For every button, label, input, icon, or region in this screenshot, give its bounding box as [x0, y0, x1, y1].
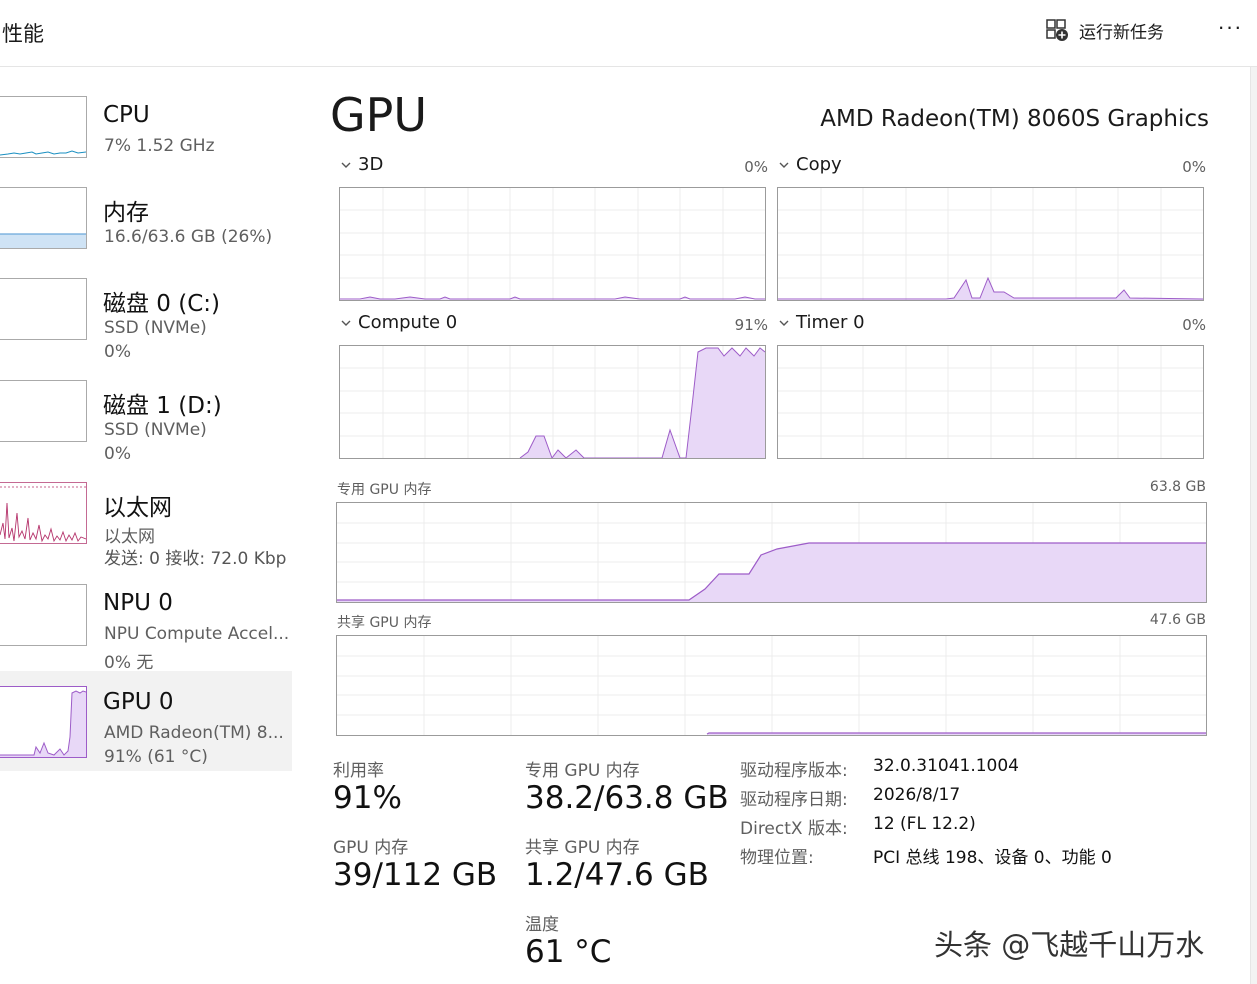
new-task-icon: [1046, 19, 1068, 41]
engine-percent: 0%: [1182, 158, 1206, 176]
engine-name: Timer 0: [796, 312, 865, 333]
graph-copy: [777, 187, 1204, 301]
sidebar-item-name: GPU 0: [103, 689, 174, 715]
engine-percent: 0%: [744, 158, 768, 176]
engine-name: Copy: [796, 154, 842, 175]
sidebar-item-detail: 16.6/63.6 GB (26%): [104, 227, 273, 247]
engine-selector-copy[interactable]: Copy: [778, 154, 842, 175]
physical-location-value: PCI 总线 198、设备 0、功能 0: [873, 848, 1112, 868]
gpu-thumbnail-graph: [0, 686, 87, 758]
gpu-heading: GPU: [330, 88, 428, 142]
driver-date-label: 驱动程序日期:: [740, 790, 848, 810]
sidebar-item-npu-0[interactable]: NPU 0 NPU Compute Accel... 0% 无: [0, 572, 292, 673]
sidebar-item-usage: 0%: [104, 444, 131, 464]
ethernet-thumbnail-graph: [0, 482, 87, 544]
run-new-task-button[interactable]: 运行新任务: [1045, 16, 1164, 44]
engine-percent: 91%: [734, 316, 768, 334]
sidebar-item-throughput: 发送: 0 接收: 72.0 Kbp: [104, 549, 287, 569]
sidebar: CPU 7% 1.52 GHz 内存 16.6/63.6 GB (26%) 磁盘…: [0, 70, 300, 790]
engine-selector-compute-0[interactable]: Compute 0: [340, 312, 457, 333]
graph-timer-0: [777, 345, 1204, 459]
temperature-value: 61 °C: [525, 934, 612, 970]
driver-date-value: 2026/8/17: [873, 785, 961, 805]
shared-memory-stat-value: 1.2/47.6 GB: [525, 857, 709, 893]
sidebar-item-usage: 91% (61 °C): [104, 747, 208, 767]
shared-memory-label: 共享 GPU 内存: [337, 615, 432, 631]
engine-name: Compute 0: [358, 312, 458, 333]
watermark-text: 头条 @飞越千山万水: [934, 928, 1205, 962]
cpu-thumbnail-graph: [0, 96, 87, 158]
sidebar-item-detail: NPU Compute Accel...: [104, 624, 290, 644]
driver-version-label: 驱动程序版本:: [740, 761, 848, 781]
sidebar-item-name: 磁盘 0 (C:): [103, 291, 221, 317]
page-title: 性能: [2, 22, 44, 46]
engine-selector-timer-0[interactable]: Timer 0: [778, 312, 865, 333]
sidebar-item-disk-1[interactable]: 磁盘 1 (D:) SSD (NVMe) 0%: [0, 368, 292, 468]
sidebar-item-usage: 0% 无: [104, 653, 154, 673]
gpu-memory-label: GPU 内存: [333, 838, 409, 858]
more-options-icon[interactable]: ···: [1210, 14, 1250, 44]
utilization-value: 91%: [333, 780, 402, 816]
sidebar-item-detail: SSD (NVMe): [104, 420, 207, 440]
sidebar-item-name: 内存: [103, 200, 149, 226]
chevron-down-icon: [341, 320, 351, 326]
graph-3d: [339, 187, 766, 301]
shared-memory-stat-label: 共享 GPU 内存: [525, 838, 640, 858]
utilization-label: 利用率: [333, 761, 384, 781]
gpu-model-name: AMD Radeon(TM) 8060S Graphics: [820, 106, 1209, 132]
engine-percent: 0%: [1182, 316, 1206, 334]
dedicated-memory-stat-label: 专用 GPU 内存: [525, 761, 640, 781]
sidebar-item-detail: 7% 1.52 GHz: [104, 136, 215, 156]
dedicated-memory-label: 专用 GPU 内存: [337, 482, 432, 498]
title-bar: 性能 运行新任务 ···: [0, 0, 1257, 67]
sidebar-item-detail: SSD (NVMe): [104, 318, 207, 338]
sidebar-item-ethernet[interactable]: 以太网 以太网 发送: 0 接收: 72.0 Kbp: [0, 470, 292, 570]
engine-selector-3d[interactable]: 3D: [340, 154, 383, 175]
graph-dedicated-memory: [336, 502, 1207, 603]
engine-name: 3D: [358, 154, 384, 175]
disk1-thumbnail-graph: [0, 380, 87, 442]
chevron-down-icon: [779, 320, 789, 326]
graph-compute-0: [339, 345, 766, 459]
sidebar-item-cpu[interactable]: CPU 7% 1.52 GHz: [0, 84, 292, 184]
scrollbar[interactable]: [1250, 67, 1257, 984]
driver-version-value: 32.0.31041.1004: [873, 756, 1020, 776]
sidebar-item-gpu-0[interactable]: GPU 0 AMD Radeon(TM) 8... 91% (61 °C): [0, 671, 292, 771]
sidebar-item-name: NPU 0: [103, 590, 173, 616]
chevron-down-icon: [341, 162, 351, 168]
sidebar-item-detail: AMD Radeon(TM) 8...: [104, 723, 284, 743]
directx-version-label: DirectX 版本:: [740, 819, 848, 839]
shared-memory-max: 47.6 GB: [1149, 612, 1206, 628]
gpu-memory-value: 39/112 GB: [333, 857, 498, 893]
temperature-label: 温度: [525, 915, 559, 935]
chevron-down-icon: [779, 162, 789, 168]
sidebar-item-name: CPU: [103, 102, 150, 128]
graph-shared-memory: [336, 635, 1207, 736]
sidebar-item-disk-0[interactable]: 磁盘 0 (C:) SSD (NVMe) 0%: [0, 266, 292, 366]
run-new-task-label: 运行新任务: [1079, 22, 1164, 43]
dedicated-memory-stat-value: 38.2/63.8 GB: [525, 780, 729, 816]
sidebar-item-usage: 0%: [104, 342, 131, 362]
physical-location-label: 物理位置:: [740, 848, 814, 868]
dedicated-memory-max: 63.8 GB: [1149, 479, 1206, 495]
memory-thumbnail-graph: [0, 187, 87, 249]
disk0-thumbnail-graph: [0, 278, 87, 340]
sidebar-item-memory[interactable]: 内存 16.6/63.6 GB (26%): [0, 175, 292, 275]
directx-version-value: 12 (FL 12.2): [873, 814, 976, 834]
npu-thumbnail-graph: [0, 584, 87, 646]
sidebar-item-name: 磁盘 1 (D:): [103, 393, 222, 419]
sidebar-item-name: 以太网: [103, 495, 172, 521]
